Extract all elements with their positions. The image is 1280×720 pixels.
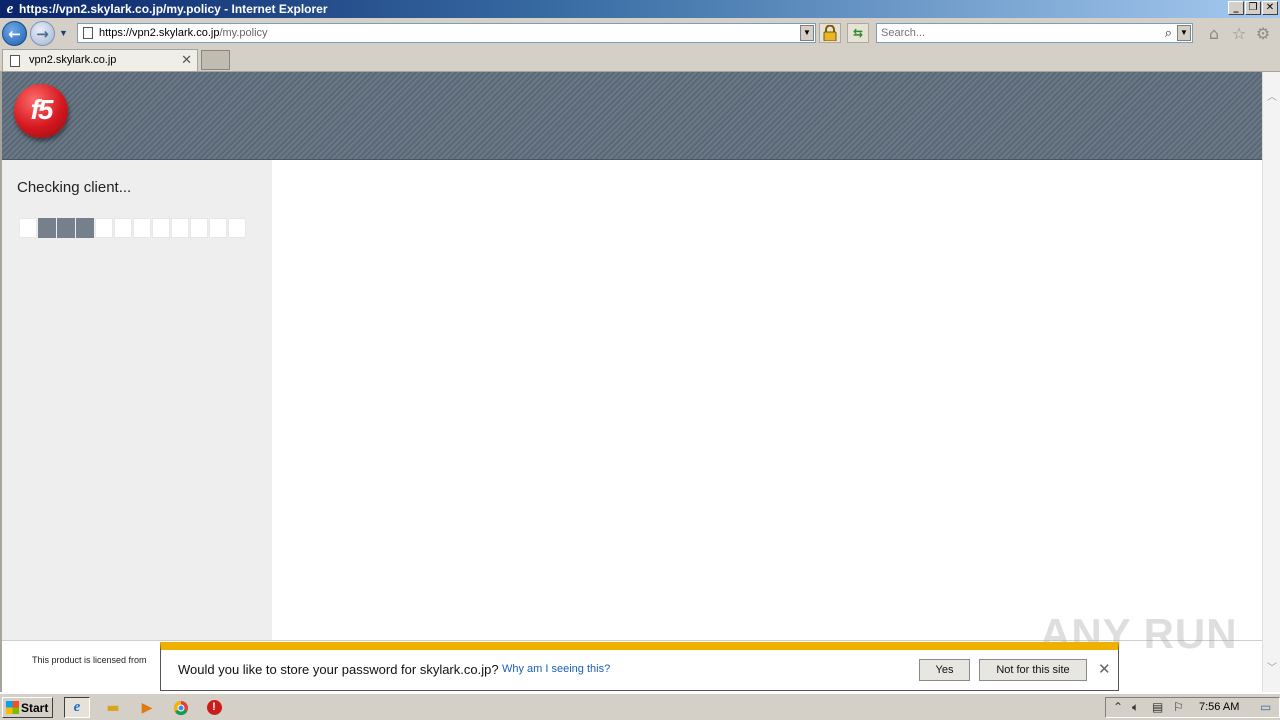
progress-block bbox=[209, 218, 227, 238]
logo-text: f5 bbox=[30, 94, 54, 125]
tab-label: vpn2.skylark.co.jp bbox=[29, 54, 117, 66]
progress-block bbox=[228, 218, 246, 238]
minimize-button[interactable]: _ bbox=[1228, 1, 1244, 15]
notification-close-icon[interactable]: ✕ bbox=[1098, 660, 1111, 678]
show-desktop-icon[interactable]: ▭ bbox=[1260, 700, 1271, 714]
progress-block bbox=[95, 218, 113, 238]
new-tab-button[interactable] bbox=[201, 50, 230, 70]
address-url[interactable]: https://vpn2.skylark.co.jp/my.policy bbox=[99, 27, 268, 39]
windows-logo-icon bbox=[6, 701, 19, 714]
license-text: This product is licensed from bbox=[32, 655, 147, 665]
save-password-notification: Would you like to store your password fo… bbox=[160, 642, 1119, 691]
yes-button[interactable]: Yes bbox=[919, 659, 970, 681]
refresh-button[interactable]: ⇆ bbox=[847, 23, 869, 43]
page-icon bbox=[10, 55, 20, 67]
navigation-bar: ← → ▼ https://vpn2.skylark.co.jp/my.poli… bbox=[0, 18, 1280, 48]
system-tray: ⌃ 🔈︎ ▤ ⚐ 7:56 AM ▭ bbox=[1105, 697, 1280, 718]
taskbar-opera[interactable]: ! bbox=[201, 697, 227, 718]
start-button[interactable]: Start bbox=[2, 697, 53, 718]
vertical-scrollbar[interactable]: ︿ ﹀ bbox=[1262, 72, 1280, 692]
header-banner: f5 bbox=[2, 72, 1262, 160]
taskbar-chrome[interactable] bbox=[168, 697, 194, 718]
network-icon[interactable]: ▤ bbox=[1152, 700, 1163, 714]
clock[interactable]: 7:56 AM bbox=[1199, 701, 1239, 713]
folder-icon: ▬ bbox=[106, 699, 120, 716]
progress-block bbox=[114, 218, 132, 238]
favorites-star-icon[interactable]: ☆ bbox=[1230, 25, 1248, 43]
tab-vpn2[interactable]: vpn2.skylark.co.jp ✕ bbox=[2, 49, 198, 71]
taskbar: Start e ▬ ▶ ! ⌃ 🔈︎ ▤ ⚐ 7:56 AM ▭ bbox=[0, 693, 1280, 720]
close-button[interactable]: ✕ bbox=[1262, 1, 1278, 15]
start-label: Start bbox=[21, 701, 49, 715]
progress-block bbox=[38, 218, 56, 238]
search-icon[interactable]: ⌕ bbox=[1165, 25, 1172, 41]
scroll-down-icon[interactable]: ﹀ bbox=[1263, 659, 1280, 674]
search-dropdown[interactable]: ▼ bbox=[1177, 25, 1191, 41]
restore-button[interactable]: ❐ bbox=[1245, 1, 1261, 15]
notification-message: Would you like to store your password fo… bbox=[178, 662, 499, 677]
lock-icon bbox=[823, 25, 837, 41]
search-box[interactable]: ⌕ ▼ bbox=[876, 23, 1193, 43]
search-input[interactable] bbox=[881, 26, 1151, 40]
address-bar[interactable]: https://vpn2.skylark.co.jp/my.policy ▼ bbox=[77, 23, 816, 43]
home-icon[interactable]: ⌂ bbox=[1205, 25, 1223, 43]
arrow-right-icon: → bbox=[36, 24, 49, 43]
recent-pages-dropdown[interactable]: ▼ bbox=[59, 28, 68, 38]
forward-button[interactable]: → bbox=[30, 21, 55, 46]
security-lock-button[interactable] bbox=[819, 23, 841, 43]
url-path: /my.policy bbox=[219, 27, 268, 39]
left-panel: Checking client... bbox=[2, 160, 272, 640]
tab-close-icon[interactable]: ✕ bbox=[181, 53, 192, 68]
progress-block bbox=[190, 218, 208, 238]
status-text: Checking client... bbox=[17, 179, 132, 196]
scroll-up-icon[interactable]: ︿ bbox=[1263, 88, 1280, 103]
taskbar-media-player[interactable]: ▶ bbox=[134, 697, 160, 718]
window-title: https://vpn2.skylark.co.jp/my.policy - I… bbox=[19, 2, 328, 16]
page-icon bbox=[83, 27, 93, 39]
back-button[interactable]: ← bbox=[2, 21, 27, 46]
action-center-flag-icon[interactable]: ⚐ bbox=[1173, 700, 1184, 714]
chrome-icon bbox=[173, 700, 188, 715]
progress-block bbox=[19, 218, 37, 238]
progress-block bbox=[152, 218, 170, 238]
tab-bar: vpn2.skylark.co.jp ✕ bbox=[0, 48, 1280, 72]
url-host: https://vpn2.skylark.co.jp bbox=[99, 27, 220, 39]
not-for-this-site-button[interactable]: Not for this site bbox=[979, 659, 1087, 681]
why-am-i-seeing-this-link[interactable]: Why am I seeing this? bbox=[502, 663, 610, 675]
progress-block bbox=[171, 218, 189, 238]
media-player-icon: ▶ bbox=[141, 699, 153, 716]
taskbar-file-explorer[interactable]: ▬ bbox=[100, 697, 126, 718]
progress-block bbox=[133, 218, 151, 238]
page-viewport: f5 Checking client... This product is li… bbox=[0, 72, 1262, 692]
arrow-left-icon: ← bbox=[8, 24, 21, 43]
volume-icon[interactable]: 🔈︎ bbox=[1132, 700, 1139, 715]
taskbar-internet-explorer[interactable]: e bbox=[64, 697, 90, 718]
tray-expand-icon[interactable]: ⌃ bbox=[1113, 700, 1123, 714]
f5-logo: f5 bbox=[14, 84, 68, 138]
progress-block bbox=[76, 218, 94, 238]
progress-block bbox=[57, 218, 75, 238]
window-title-bar: e https://vpn2.skylark.co.jp/my.policy -… bbox=[0, 0, 1280, 18]
client-check-progress bbox=[19, 218, 246, 238]
gear-icon[interactable]: ⚙ bbox=[1254, 25, 1272, 43]
internet-explorer-icon: e bbox=[73, 699, 81, 715]
refresh-icon: ⇆ bbox=[852, 26, 864, 40]
address-dropdown[interactable]: ▼ bbox=[800, 25, 814, 41]
internet-explorer-icon: e bbox=[6, 1, 14, 17]
opera-icon: ! bbox=[206, 700, 222, 715]
